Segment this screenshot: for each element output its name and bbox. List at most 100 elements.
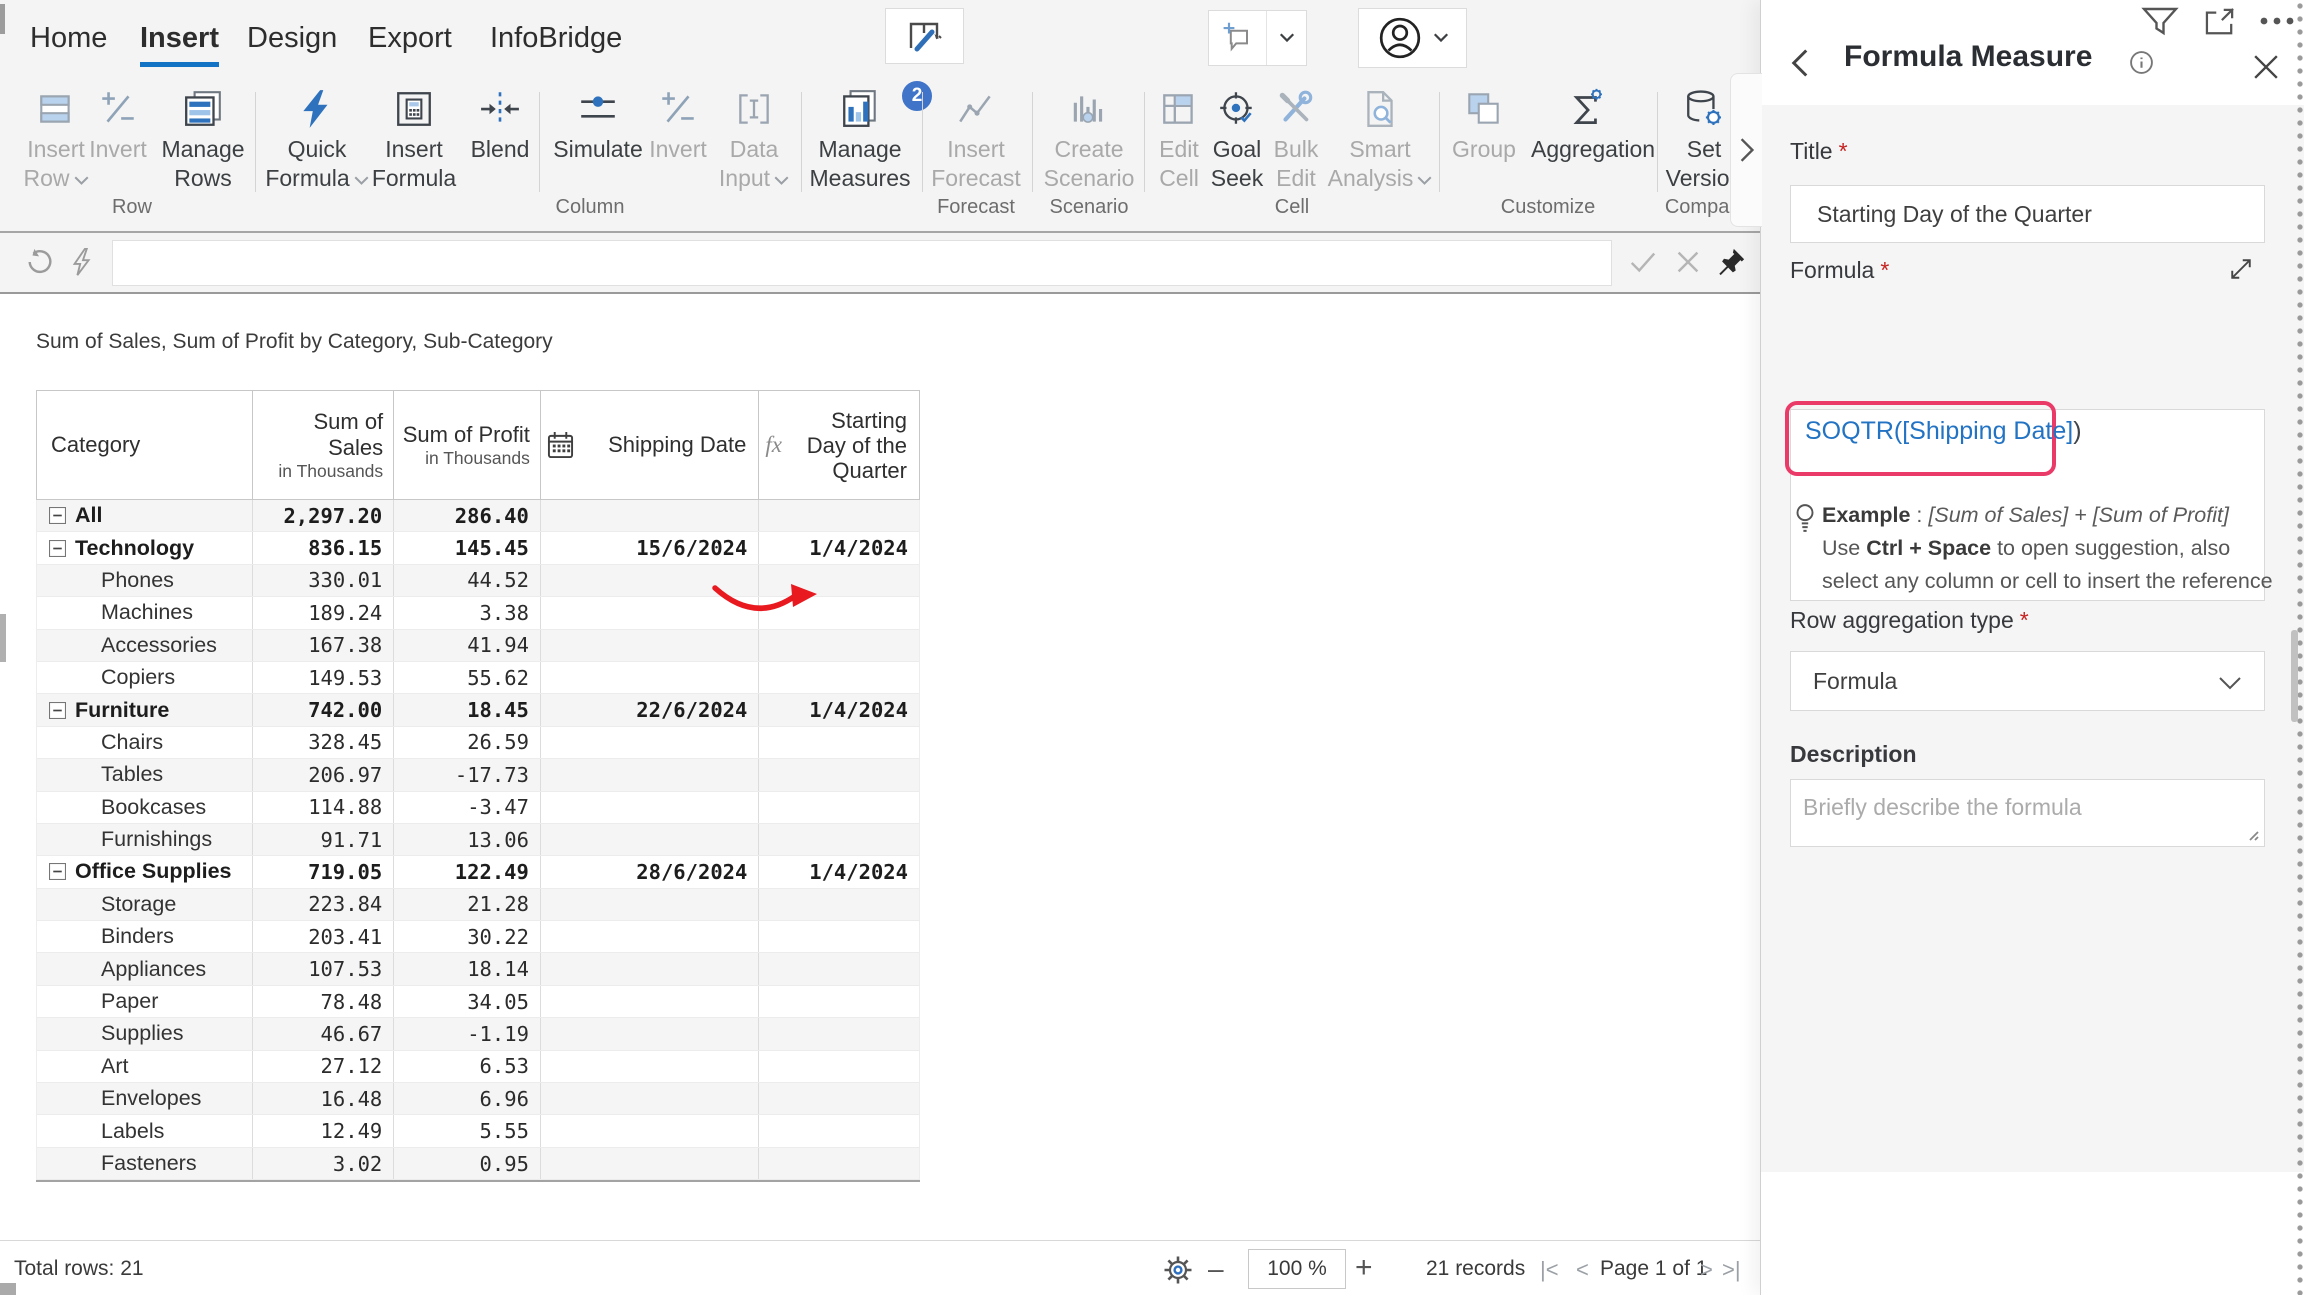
row-aggregation-select[interactable]: Formula <box>1790 651 2265 711</box>
table-row[interactable]: Binders203.4130.22 <box>36 921 920 953</box>
manage-rows-button[interactable]: ManageRows <box>148 88 258 193</box>
create-scenario-icon <box>1068 88 1110 130</box>
tab-home[interactable]: Home <box>30 22 107 55</box>
account-menu[interactable] <box>1358 8 1467 68</box>
table-row[interactable]: Chairs328.4526.59 <box>36 727 920 759</box>
manage-measures-button[interactable]: 2ManageMeasures <box>805 88 915 193</box>
collapse-icon[interactable] <box>49 702 66 719</box>
example-label: Example <box>1822 503 1910 527</box>
collapse-icon[interactable] <box>49 540 66 557</box>
formula-help-text: Example : [Sum of Sales] + [Sum of Profi… <box>1822 499 2282 598</box>
tab-export[interactable]: Export <box>368 22 452 55</box>
last-page-button[interactable]: >| <box>1722 1257 1741 1283</box>
table-row[interactable]: Paper78.4834.05 <box>36 986 920 1018</box>
collapse-icon[interactable] <box>49 863 66 880</box>
comment-widget[interactable] <box>1208 10 1307 66</box>
profit-value: -1.19 <box>394 1018 541 1049</box>
resize-handle-icon[interactable] <box>2244 826 2260 842</box>
category-label: Paper <box>101 989 158 1014</box>
quick-formula-button[interactable]: QuickFormula <box>262 88 372 193</box>
simulate-icon <box>577 88 619 130</box>
column-header-starting-day[interactable]: fx Starting Day of the Quarter <box>759 391 919 499</box>
table-row[interactable]: Bookcases114.88-3.47 <box>36 792 920 824</box>
button-label: Manage <box>148 135 258 164</box>
prev-page-button[interactable]: < <box>1576 1257 1589 1283</box>
button-label: Quick <box>262 135 372 164</box>
panel-scrollbar-thumb[interactable] <box>2291 630 2298 722</box>
column-header-label: Day of the <box>807 433 907 458</box>
next-page-button[interactable]: > <box>1700 1257 1713 1283</box>
settings-gear-icon[interactable] <box>1163 1255 1193 1285</box>
pin-icon[interactable] <box>1716 247 1746 277</box>
column-header-sublabel: in Thousands <box>253 461 384 482</box>
button-label: Formula <box>262 164 372 193</box>
undo-icon[interactable] <box>25 247 55 277</box>
more-options-icon[interactable] <box>2259 16 2295 26</box>
column-header-category[interactable]: Category <box>37 391 253 499</box>
title-input[interactable]: Starting Day of the Quarter <box>1790 185 2265 243</box>
shipping-date-value <box>541 1115 759 1146</box>
zoom-out-button[interactable]: – <box>1208 1253 1224 1285</box>
quick-formula-bar-icon[interactable] <box>68 247 98 277</box>
info-icon[interactable] <box>2129 50 2154 75</box>
shipping-date-value <box>541 889 759 920</box>
table-row[interactable]: Envelopes16.486.96 <box>36 1083 920 1115</box>
aggregation-button[interactable]: Aggregation <box>1531 88 1641 164</box>
confirm-check-icon[interactable] <box>1628 247 1658 277</box>
table-row[interactable]: Office Supplies719.05122.4928/6/20241/4/… <box>36 856 920 888</box>
table-row[interactable]: Furniture742.0018.4522/6/20241/4/2024 <box>36 694 920 726</box>
data-input-icon <box>733 88 775 130</box>
filter-icon[interactable] <box>2141 7 2179 37</box>
table-row[interactable]: Furnishings91.7113.06 <box>36 824 920 856</box>
button-label: Group <box>1429 135 1539 164</box>
column-header-sum-of-profit[interactable]: Sum of Profit in Thousands <box>394 391 541 499</box>
description-textarea[interactable]: Briefly describe the formula <box>1790 779 2265 847</box>
table-row[interactable]: Fasteners3.020.95 <box>36 1148 920 1180</box>
panel-collapse-button[interactable] <box>1730 73 1762 227</box>
table-row[interactable]: Art27.126.53 <box>36 1051 920 1083</box>
category-label: Machines <box>101 600 193 625</box>
profit-value: -17.73 <box>394 759 541 790</box>
shipping-date-value <box>541 1083 759 1114</box>
table-row[interactable]: Tables206.97-17.73 <box>36 759 920 791</box>
column-header-shipping-date[interactable]: Shipping Date <box>541 391 760 499</box>
starting-day-value <box>759 662 919 693</box>
tab-insert[interactable]: Insert <box>140 22 219 55</box>
table-row[interactable]: Labels12.495.55 <box>36 1115 920 1147</box>
description-placeholder: Briefly describe the formula <box>1803 794 2082 821</box>
table-row[interactable]: All2,297.20286.40 <box>36 500 920 532</box>
zoom-level-input[interactable]: 100 % <box>1248 1249 1346 1289</box>
sales-value: 12.49 <box>253 1115 395 1146</box>
first-page-button[interactable]: |< <box>1540 1257 1559 1283</box>
table-row[interactable]: Appliances107.5318.14 <box>36 953 920 985</box>
shipping-date-value <box>541 727 759 758</box>
button-label: Insert <box>921 135 1031 164</box>
sales-value: 330.01 <box>253 565 395 596</box>
panel-body: Title* Starting Day of the Quarter Formu… <box>1761 105 2304 1172</box>
table-row[interactable]: Copiers149.5355.62 <box>36 662 920 694</box>
discard-x-icon[interactable] <box>1673 247 1703 277</box>
formula-bar-input[interactable] <box>112 240 1612 286</box>
tab-design[interactable]: Design <box>247 22 337 55</box>
annotate-pen-button[interactable] <box>885 8 964 64</box>
formula-measure-panel: Formula Measure Title* Starting Day of t… <box>1760 0 2304 1295</box>
category-label: Furnishings <box>101 827 212 852</box>
table-row[interactable]: Storage223.8421.28 <box>36 889 920 921</box>
sales-value: 719.05 <box>253 856 395 887</box>
table-row[interactable]: Supplies46.67-1.19 <box>36 1018 920 1050</box>
tab-infobridge[interactable]: InfoBridge <box>490 22 622 55</box>
expand-editor-icon[interactable] <box>2227 255 2255 283</box>
table-row[interactable]: Technology836.15145.4515/6/20241/4/2024 <box>36 532 920 564</box>
back-chevron-icon[interactable] <box>1791 48 1809 78</box>
sales-value: 78.48 <box>253 986 395 1017</box>
collapse-icon[interactable] <box>49 507 66 524</box>
sales-value: 836.15 <box>253 532 395 563</box>
zoom-in-button[interactable]: + <box>1355 1251 1373 1285</box>
close-icon[interactable] <box>2253 54 2279 80</box>
formula-paren: ) <box>2073 417 2081 445</box>
expand-window-icon[interactable] <box>2203 8 2237 36</box>
column-header-sum-of-sales[interactable]: Sum of Sales in Thousands <box>253 391 395 499</box>
shipping-date-value <box>541 500 760 531</box>
category-label: Chairs <box>101 730 163 755</box>
shortcut-label: Ctrl + Space <box>1866 536 1991 560</box>
